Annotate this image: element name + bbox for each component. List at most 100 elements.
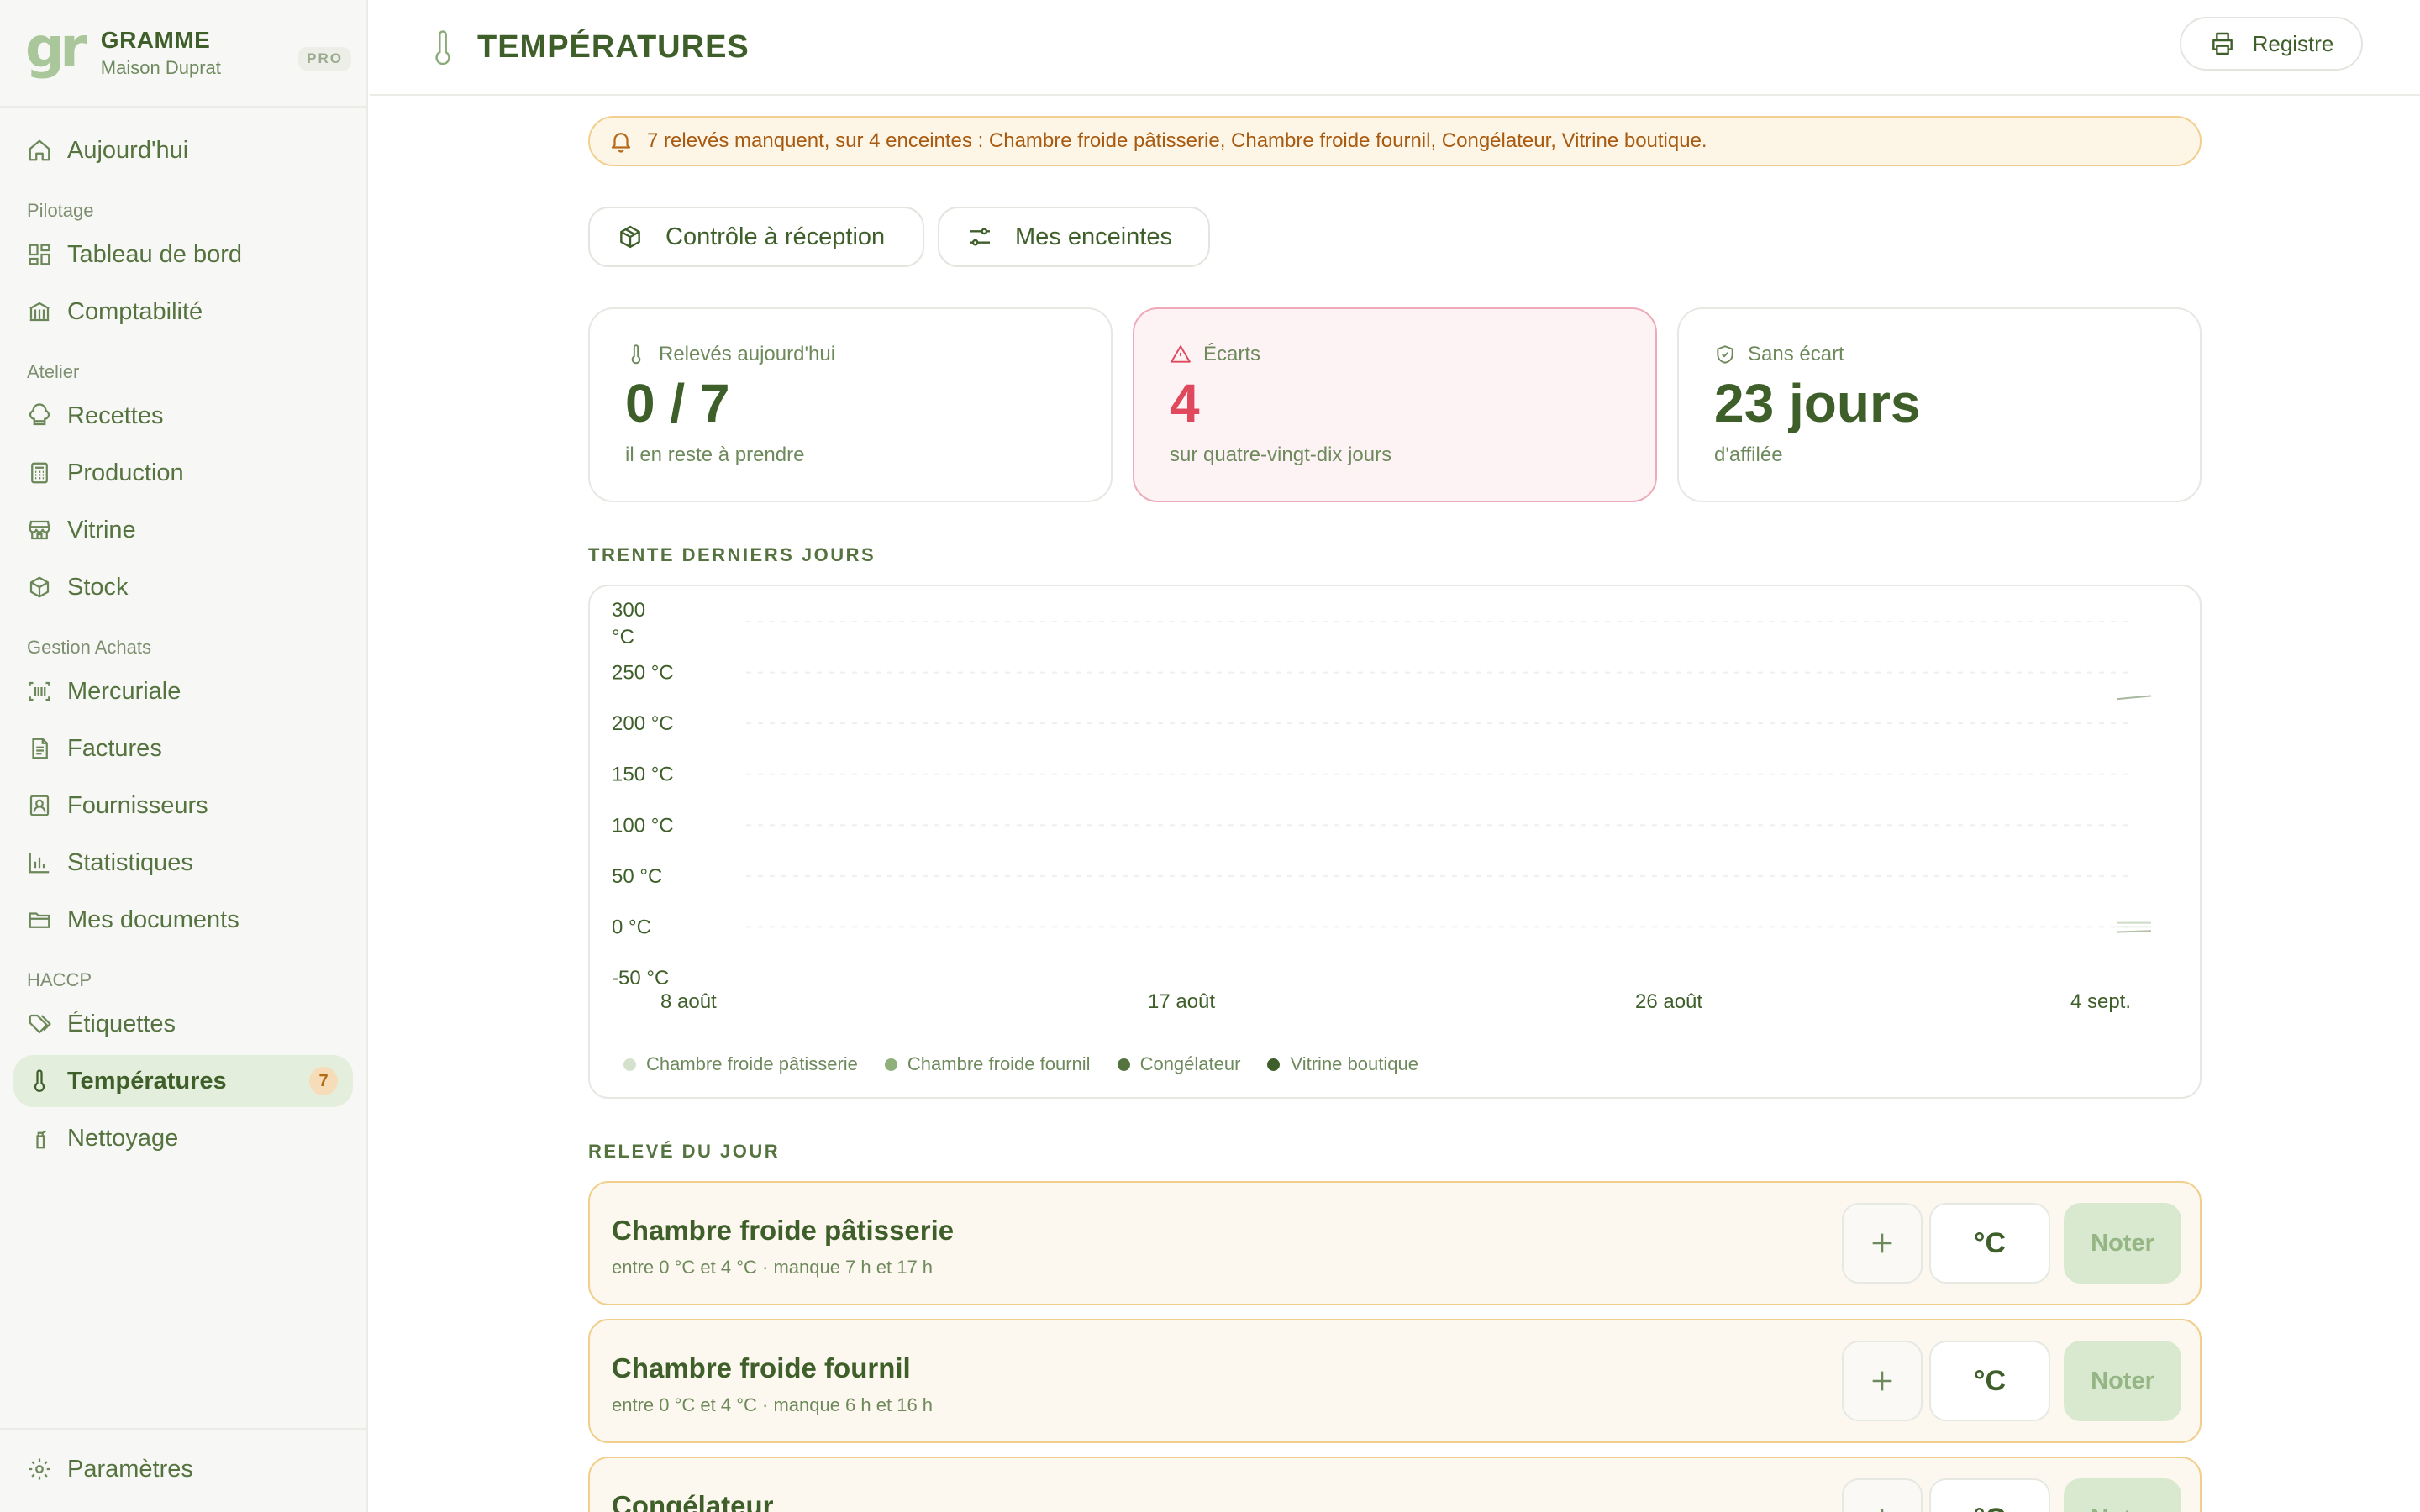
series-line: [2117, 930, 2152, 933]
chart-legend: Chambre froide pâtisserie Chambre froide …: [623, 1053, 1445, 1075]
main-nav: Aujourd'hui Pilotage Tableau de bord Com…: [0, 108, 366, 1164]
nav-item-labels[interactable]: Étiquettes: [13, 998, 353, 1050]
section-title-trend: TRENTE DERNIERS JOURS: [588, 544, 876, 565]
nav-group-title: Atelier: [27, 361, 80, 382]
stat-card-readings-today: Relevés aujourd'hui 0 / 7 il en reste à …: [588, 307, 1113, 502]
sliders-icon: [970, 228, 990, 246]
nav-item-dashboard[interactable]: Tableau de bord: [13, 228, 353, 281]
package-icon: [620, 225, 640, 249]
legend-item[interactable]: Chambre froide fournil: [884, 1053, 1091, 1075]
alert-text: 7 relevés manquent, sur 4 enceintes : Ch…: [647, 129, 1707, 152]
temperature-input[interactable]: [1929, 1203, 2050, 1284]
nav-group-title: HACCP: [27, 969, 92, 990]
reception-control-button[interactable]: Contrôle à réception: [588, 207, 924, 267]
brand-logo: gr: [25, 15, 87, 80]
reception-control-label: Contrôle à réception: [666, 223, 886, 250]
legend-item[interactable]: Chambre froide pâtisserie: [623, 1053, 858, 1075]
nav-item-cleaning[interactable]: Nettoyage: [13, 1112, 353, 1164]
stat-subtext: d'affilée: [1714, 444, 1783, 466]
nav-item-label: Nettoyage: [67, 1124, 179, 1152]
thermometer-icon: [34, 1069, 45, 1092]
stat-value: 0 / 7: [625, 373, 730, 433]
missing-readings-alert: 7 relevés manquent, sur 4 enceintes : Ch…: [588, 116, 2202, 166]
shield-check-icon: [1717, 345, 1733, 364]
brand[interactable]: gr GRAMME Maison Duprat PRO: [0, 0, 366, 108]
enclosure-name: Chambre froide pâtisserie: [612, 1215, 955, 1246]
nav-item-stock[interactable]: Stock: [13, 561, 353, 613]
nav-item-invoices[interactable]: Factures: [13, 722, 353, 774]
note-button[interactable]: Noter: [2064, 1478, 2181, 1512]
add-reading-button[interactable]: [1842, 1341, 1923, 1421]
nav-item-mercuriale[interactable]: Mercuriale: [13, 665, 353, 717]
legend-swatch: [623, 1058, 636, 1071]
nav-item-label: Statistiques: [67, 848, 193, 876]
legend-swatch: [884, 1058, 897, 1071]
nav-item-label: Vitrine: [67, 516, 136, 543]
legend-label: Congélateur: [1139, 1053, 1241, 1074]
temperature-input[interactable]: [1929, 1478, 2050, 1512]
enclosure-row: Congélateur Noter: [588, 1457, 2202, 1512]
thermometer-icon: [435, 30, 450, 65]
box-icon: [29, 576, 50, 598]
temperature-input[interactable]: [1929, 1341, 2050, 1421]
temperature-chart-plot: 300 °C 250 °C 200 °C 150 °C 100 °C 50 °C 0 °C -5…: [612, 599, 2152, 1013]
nav-item-label: Aujourd'hui: [67, 136, 189, 164]
nav-item-label: Factures: [67, 734, 162, 762]
nav-item-documents[interactable]: Mes documents: [13, 894, 353, 946]
nav-item-label: Mercuriale: [67, 677, 182, 705]
my-enclosures-button[interactable]: Mes enceintes: [938, 207, 1210, 267]
add-reading-button[interactable]: [1842, 1478, 1923, 1512]
stat-label: Relevés aujourd'hui: [659, 343, 836, 365]
registre-button[interactable]: Registre: [2180, 17, 2363, 71]
barcode-icon: [29, 681, 50, 701]
nav-item-production[interactable]: Production: [13, 447, 353, 499]
nav-item-statistics[interactable]: Statistiques: [13, 837, 353, 889]
nav-item-today[interactable]: Aujourd'hui: [13, 124, 353, 176]
nav-item-accounting[interactable]: Comptabilité: [13, 286, 353, 338]
brand-name: GRAMME: [100, 27, 211, 53]
nav-item-label: Paramètres: [67, 1455, 193, 1483]
x-tick-label: 17 août: [1148, 990, 1215, 1013]
thermometer-icon: [631, 344, 641, 365]
enclosure-info: entre 0 °C et 4 °C · manque 6 h et 16 h: [612, 1394, 934, 1415]
legend-label: Chambre froide pâtisserie: [646, 1053, 858, 1074]
nav-item-temperatures[interactable]: Températures 7: [13, 1055, 353, 1107]
note-button[interactable]: Noter: [2064, 1341, 2181, 1421]
note-button[interactable]: Noter: [2064, 1203, 2181, 1284]
legend-label: Chambre froide fournil: [907, 1053, 1091, 1074]
stat-card-deviations: Écarts 4 sur quatre-vingt-dix jours: [1133, 307, 1657, 502]
stat-card-streak: Sans écart 23 jours d'affilée: [1677, 307, 2202, 502]
page-header: TEMPÉRATURES Registre: [370, 0, 2420, 96]
page-title: TEMPÉRATURES: [477, 29, 750, 65]
stat-subtext: il en reste à prendre: [625, 444, 805, 466]
my-enclosures-label: Mes enceintes: [1015, 223, 1172, 250]
bell-icon: [611, 133, 631, 153]
nav-item-settings[interactable]: Paramètres: [13, 1443, 353, 1495]
y-tick-label: 150 °C: [612, 764, 674, 786]
y-tick-label: °C: [612, 626, 634, 648]
sidebar-footer: Paramètres: [0, 1428, 366, 1512]
legend-item[interactable]: Congélateur: [1117, 1053, 1241, 1075]
nav-item-label: Tableau de bord: [67, 240, 242, 268]
plus-icon: [1872, 1371, 1892, 1391]
contact-icon: [29, 795, 50, 816]
nav-group-title: Pilotage: [27, 200, 94, 221]
nav-item-label: Production: [67, 459, 184, 486]
add-reading-button[interactable]: [1842, 1203, 1923, 1284]
y-tick-label: 0 °C: [612, 916, 651, 938]
legend-item[interactable]: Vitrine boutique: [1267, 1053, 1418, 1075]
stat-label: Écarts: [1203, 343, 1261, 365]
nav-item-suppliers[interactable]: Fournisseurs: [13, 780, 353, 832]
nav-item-showcase[interactable]: Vitrine: [13, 504, 353, 556]
y-tick-label: 50 °C: [612, 865, 662, 888]
nav-item-label: Stock: [67, 573, 129, 601]
store-icon: [29, 520, 50, 540]
nav-item-recipes[interactable]: Recettes: [13, 390, 353, 442]
nav-group-title: Gestion Achats: [27, 637, 151, 658]
x-tick-label: 8 août: [660, 990, 717, 1013]
stat-subtext: sur quatre-vingt-dix jours: [1170, 444, 1392, 466]
y-tick-label: 200 °C: [612, 712, 674, 735]
plus-icon: [1872, 1233, 1892, 1253]
dashboard-icon: [29, 244, 50, 265]
bar-chart-icon: [29, 853, 50, 874]
